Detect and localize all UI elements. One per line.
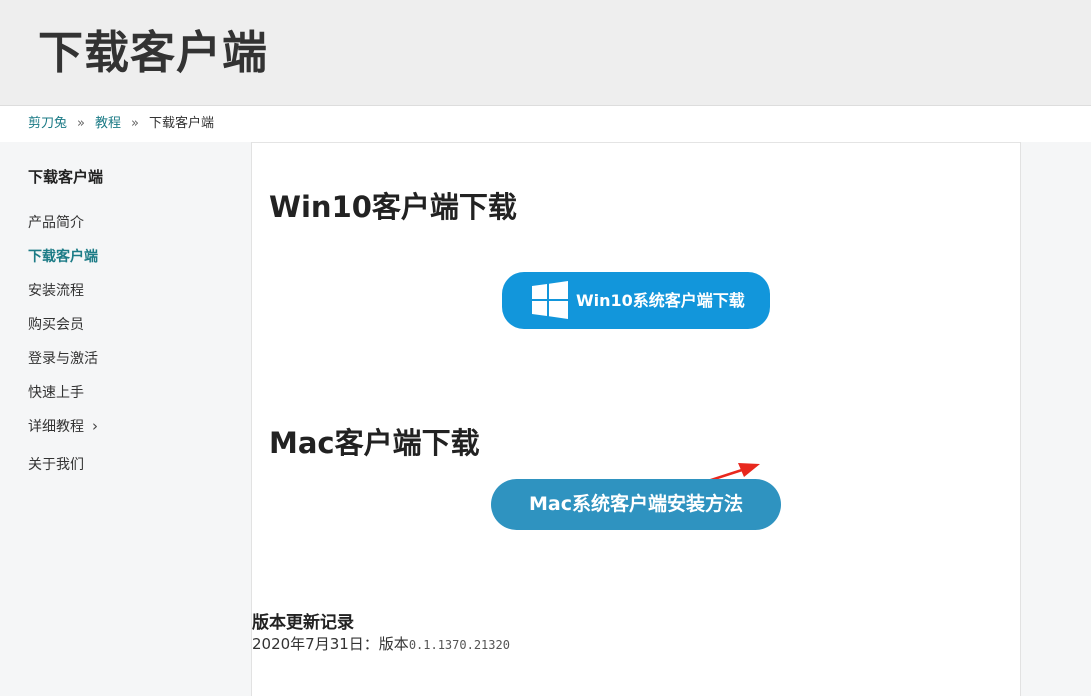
sidebar-item-label: 安装流程 xyxy=(28,283,84,299)
sidebar-item-install[interactable]: 安装流程 xyxy=(28,280,84,300)
win10-download-button[interactable]: Win10系统客户端下载 xyxy=(502,272,770,329)
breadcrumb-current: 下载客户端 xyxy=(148,116,214,131)
sidebar-item-membership[interactable]: 购买会员 xyxy=(28,314,84,334)
mac-section-title: Mac客户端下载 xyxy=(269,426,480,460)
page-title: 下载客户端 xyxy=(38,26,269,79)
sidebar-item-label: 购买会员 xyxy=(28,317,84,333)
right-panel xyxy=(1020,142,1091,696)
sidebar-item-detailed-tutorials[interactable]: 详细教程 › xyxy=(28,416,98,436)
sidebar-item-label: 详细教程 xyxy=(28,419,84,435)
sidebar-item-about[interactable]: 关于我们 xyxy=(28,454,84,474)
breadcrumb-separator: » xyxy=(77,116,85,131)
sidebar-item-label: 快速上手 xyxy=(28,385,84,401)
sidebar: 下载客户端 产品简介 下载客户端 安装流程 购买会员 登录与激活 快速上手 详细… xyxy=(0,142,252,696)
chevron-right-icon: › xyxy=(92,417,98,435)
win-section-title: Win10客户端下载 xyxy=(269,190,517,224)
sidebar-item-label: 关于我们 xyxy=(28,457,84,473)
breadcrumb-separator: » xyxy=(131,116,139,131)
sidebar-item-label: 产品简介 xyxy=(28,215,84,231)
changelog-date: 2020年7月31日：版本 xyxy=(252,635,409,653)
breadcrumb: 剪刀兔 » 教程 » 下载客户端 xyxy=(0,106,1091,143)
page-header: 下载客户端 xyxy=(0,0,1091,106)
sidebar-item-login[interactable]: 登录与激活 xyxy=(28,348,98,368)
sidebar-item-label: 登录与激活 xyxy=(28,351,98,367)
changelog-title: 版本更新记录 xyxy=(252,613,354,633)
breadcrumb-link-tutorials[interactable]: 教程 xyxy=(95,116,121,131)
windows-logo-icon xyxy=(530,280,570,324)
sidebar-item-quickstart[interactable]: 快速上手 xyxy=(28,382,84,402)
sidebar-item-download[interactable]: 下载客户端 xyxy=(28,246,98,266)
sidebar-item-product-intro[interactable]: 产品简介 xyxy=(28,212,84,232)
mac-install-guide-button[interactable]: Mac系统客户端安装方法 xyxy=(491,479,781,530)
changelog-entry: 2020年7月31日：版本0.1.1370.21320 xyxy=(252,633,510,654)
sidebar-item-label: 下载客户端 xyxy=(28,249,98,265)
win10-download-button-label: Win10系统客户端下载 xyxy=(576,291,745,310)
sidebar-title: 下载客户端 xyxy=(28,168,104,186)
main-content: Win10客户端下载 Win10系统客户端下载 Mac客户端下载 Mac系统客户… xyxy=(252,142,1020,696)
breadcrumb-link-home[interactable]: 剪刀兔 xyxy=(28,116,67,131)
changelog-version: 0.1.1370.21320 xyxy=(408,638,510,652)
